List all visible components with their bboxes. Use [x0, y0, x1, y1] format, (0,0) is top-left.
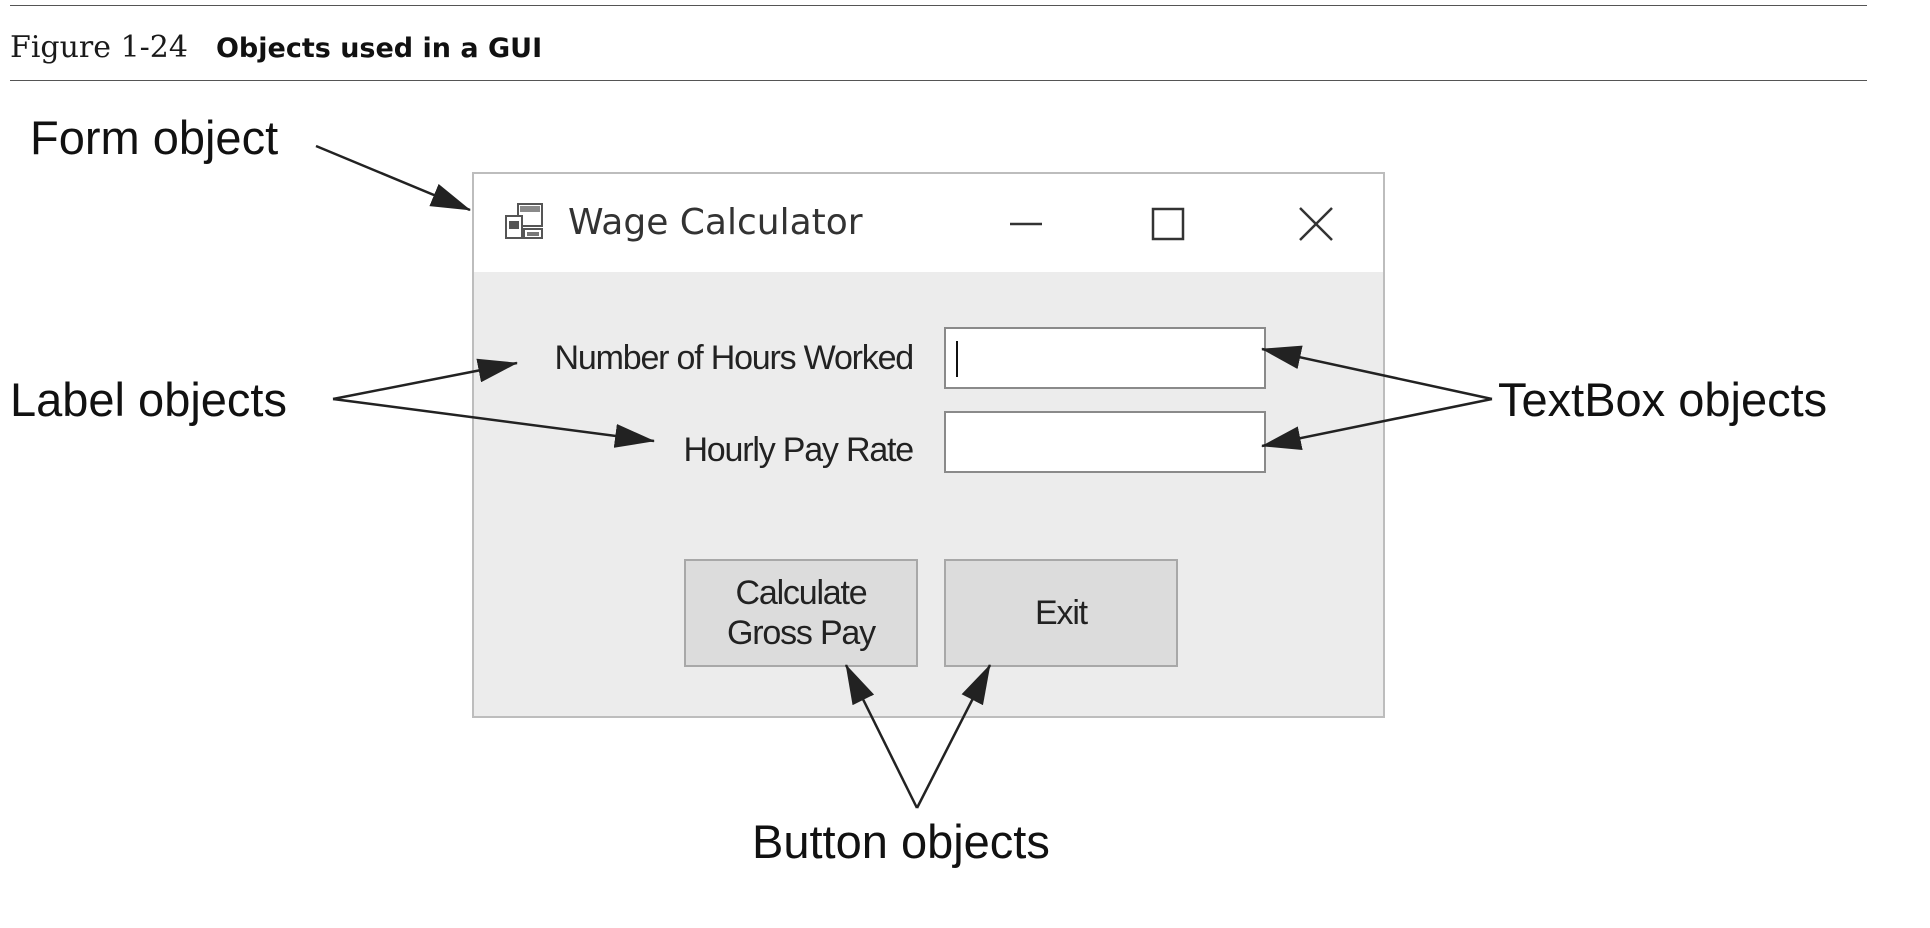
- form-callout-arrow: [315, 144, 471, 212]
- textbox-callout-arrows: [1261, 345, 1493, 450]
- label-callout-arrows: [332, 358, 655, 448]
- button-callout-arrows: [844, 664, 992, 809]
- callout-arrows: [315, 144, 1493, 809]
